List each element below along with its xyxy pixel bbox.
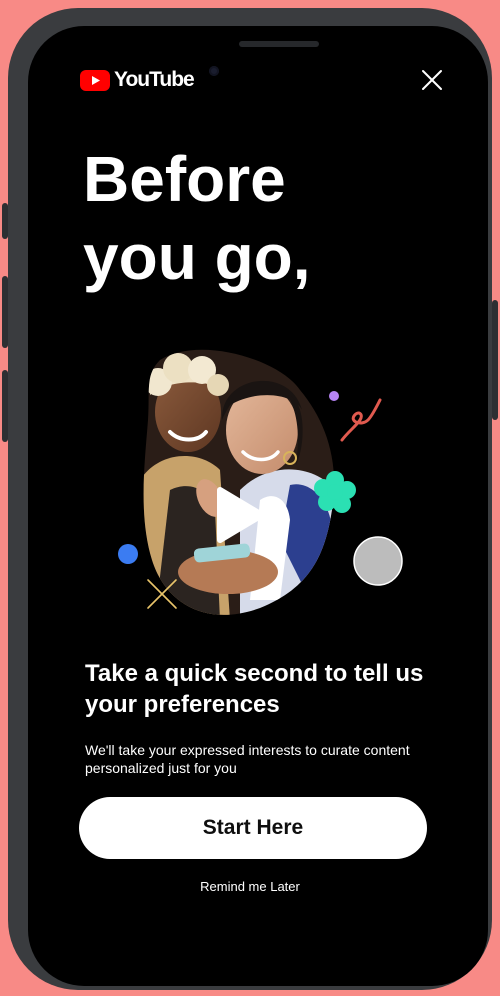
hero-illustration: [110, 340, 410, 620]
close-button[interactable]: [420, 68, 444, 92]
purple-dot-decoration: [329, 391, 339, 401]
blue-dot-decoration: [118, 544, 138, 564]
remind-me-later-link[interactable]: Remind me Later: [150, 879, 350, 894]
close-icon: [422, 70, 442, 90]
side-button-power: [492, 300, 498, 420]
speaker-grille: [239, 41, 319, 47]
youtube-logo: YouTube: [80, 68, 195, 92]
start-here-button[interactable]: Start Here: [79, 797, 427, 859]
gray-circle-decoration: [353, 536, 403, 586]
red-squiggle-decoration: [340, 398, 382, 442]
headline-line-2: you go,: [83, 221, 311, 293]
subheadline: Take a quick second to tell us your pref…: [85, 660, 424, 718]
hero-artwork: [118, 349, 403, 615]
front-camera: [209, 66, 219, 76]
headline-line-1: Before: [83, 143, 286, 215]
headline: Before you go,: [83, 140, 443, 296]
logo-text: YouTube: [114, 68, 195, 91]
side-button-volume-down: [2, 370, 8, 442]
side-button-mute: [2, 203, 8, 239]
youtube-play-logo-icon: [80, 69, 110, 91]
description: We'll take your expressed interests to c…: [85, 742, 410, 776]
side-button-volume-up: [2, 276, 8, 348]
yellow-cross-decoration: [147, 579, 177, 609]
